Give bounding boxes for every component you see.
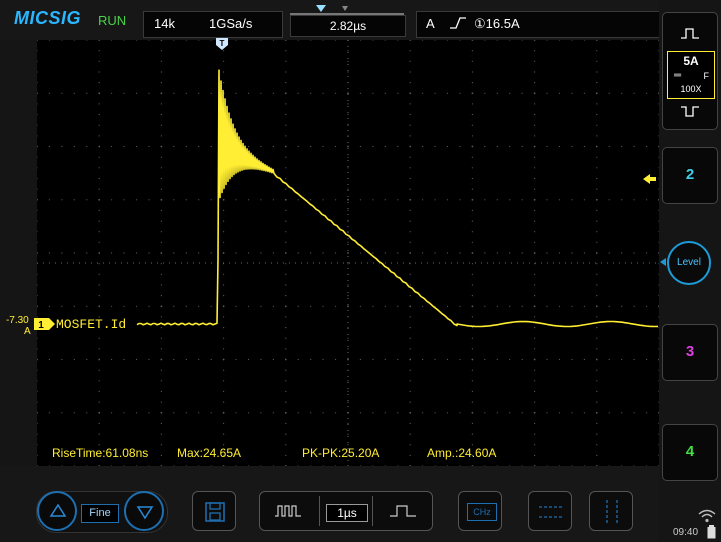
channel2-button[interactable]: 2 (662, 147, 718, 204)
brand-logo: MICSIG (14, 8, 82, 28)
trigger-level-arrow-icon[interactable] (643, 173, 657, 185)
frequency-counter-button[interactable]: CHz (458, 491, 502, 531)
pulse-up-icon (681, 28, 699, 39)
channel1-name-label: MOSFET.Id (56, 317, 127, 332)
channel1-offset-unit: A (24, 326, 31, 337)
channel1-marker-number: 1 (38, 320, 44, 331)
rise-time-measurement: RiseTime:61.08ns (52, 446, 149, 460)
amplitude-measurement: Amp.:24.60A (427, 446, 497, 460)
pulse-down-icon (681, 106, 699, 117)
channel1-ground-marker[interactable]: 1 (33, 317, 57, 332)
channel1-offset-readout: -7.30 A (4, 315, 31, 337)
level-pointer-icon (660, 258, 666, 266)
slow-pulse-icon (390, 505, 416, 517)
trigger-time-marker-icon[interactable]: T (215, 37, 229, 51)
position-markers (316, 5, 348, 12)
channel1-scale-box: 5A ═ F 100X (667, 51, 715, 99)
channel1-scale: 5A (683, 54, 699, 68)
max-measurement: Max:24.65A (177, 446, 242, 460)
fine-toggle[interactable]: Fine (81, 504, 119, 523)
triangle-up-icon (49, 503, 67, 517)
vertical-cursor-button[interactable] (589, 491, 633, 531)
channel1-settings-button[interactable]: 5A ═ F 100X (662, 12, 718, 130)
trigger-level-button[interactable]: Level (667, 241, 711, 285)
trigger-level-label: Level (677, 257, 701, 268)
trigger-position-icon (316, 5, 326, 12)
save-icon (205, 502, 225, 522)
save-button[interactable] (192, 491, 236, 531)
decrease-button[interactable] (124, 491, 164, 531)
battery-icon (707, 525, 716, 539)
clock: 09:40 (673, 527, 699, 538)
horizontal-cursor-button[interactable] (528, 491, 572, 531)
counter-icon: CHz (467, 503, 497, 521)
vertical-cursor-icon (606, 500, 618, 524)
view-center-icon (342, 6, 348, 11)
wifi-icon (698, 509, 716, 523)
pk-pk-measurement: PK-PK:25.20A (302, 446, 380, 460)
channel3-label: 3 (685, 343, 695, 360)
svg-text:T: T (220, 39, 225, 48)
horizontal-offset-box[interactable]: 2.82µs (290, 15, 406, 37)
channel1-coupling: F (703, 71, 710, 81)
timebase-value-box[interactable]: 1µs (319, 496, 373, 526)
timebase-faster-button[interactable] (262, 494, 314, 528)
channel2-label: 2 (685, 166, 695, 183)
rising-edge-icon (450, 17, 466, 29)
sample-rate: 1GSa/s (209, 16, 253, 31)
horizontal-offset-value: 2.82µs (329, 19, 367, 33)
channel1-offset-value: -7.30 (5, 315, 29, 326)
timebase-value: 1µs (326, 504, 368, 522)
timebase-slower-button[interactable] (376, 494, 430, 528)
triangle-down-icon (136, 506, 154, 520)
waveform-display[interactable] (36, 39, 660, 467)
fast-pulse-icon (275, 505, 301, 517)
increase-button[interactable] (37, 491, 77, 531)
channel4-label: 4 (685, 443, 695, 460)
trigger-mode: A (426, 16, 435, 31)
run-state-indicator[interactable]: RUN (98, 13, 126, 28)
channel1-probe: 100X (680, 84, 702, 94)
memory-depth: 14k (154, 16, 175, 31)
channel3-button[interactable]: 3 (662, 324, 718, 381)
horizontal-cursor-icon (539, 506, 563, 518)
trigger-source-level: ①16.5A (474, 16, 520, 31)
graticule (36, 39, 660, 467)
channel1-coupling-label: ═ (674, 70, 682, 81)
channel4-button[interactable]: 4 (662, 424, 718, 481)
